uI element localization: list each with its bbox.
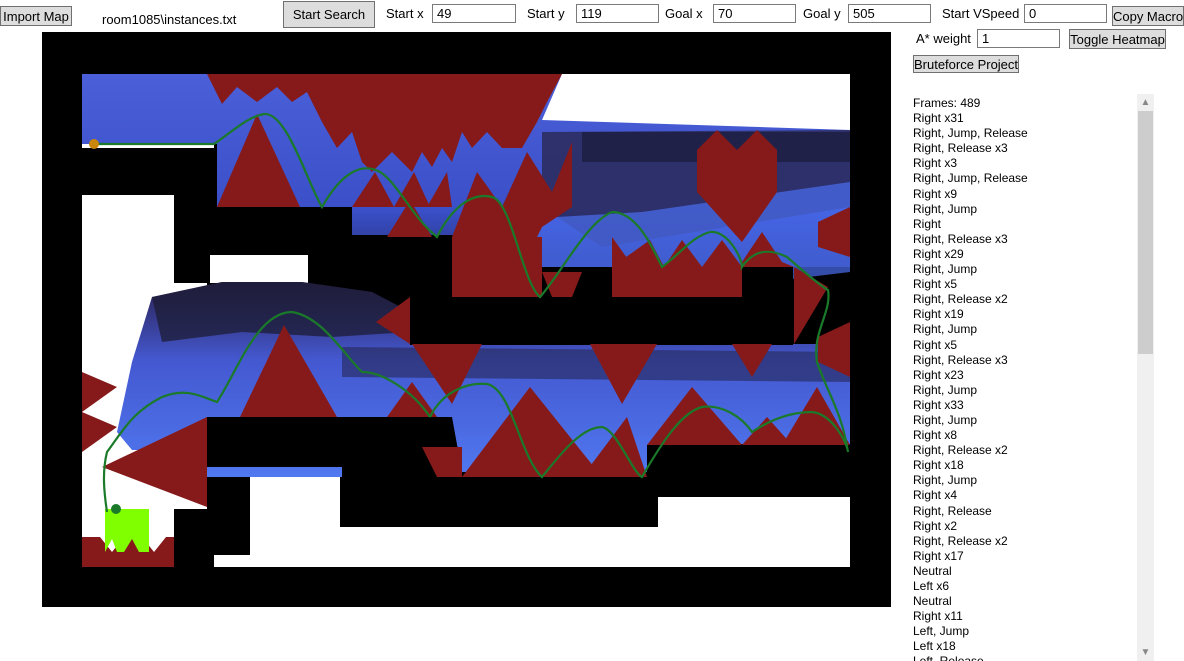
- macro-line: Right x29: [913, 246, 964, 261]
- scroll-up-icon[interactable]: ▲: [1137, 94, 1154, 111]
- macro-line: Right x5: [913, 337, 958, 352]
- macro-line: Right, Release x2: [913, 533, 1008, 548]
- macro-line: Left, Release: [913, 654, 1135, 661]
- macro-line: Right, Jump: [913, 382, 978, 397]
- toggle-heatmap-button[interactable]: Toggle Heatmap: [1069, 29, 1166, 49]
- player-marker: [111, 504, 121, 514]
- start-vspeed-input[interactable]: 0: [1024, 4, 1107, 23]
- scroll-thumb[interactable]: [1138, 111, 1153, 354]
- macro-line: Right x17: [913, 548, 964, 563]
- astar-weight-input[interactable]: 1: [977, 29, 1060, 48]
- start-y-label: Start y: [527, 6, 565, 21]
- goal-x-input[interactable]: 70: [713, 4, 796, 23]
- start-y-input[interactable]: 119: [576, 4, 659, 23]
- macro-line: Right, Jump: [913, 262, 978, 277]
- macro-log[interactable]: Frames: 489 Right x31 Right, Jump, Releas…: [910, 94, 1135, 661]
- start-vspeed-label: Start VSpeed: [942, 6, 1020, 21]
- start-x-input[interactable]: 49: [432, 4, 516, 23]
- copy-macro-button[interactable]: Copy Macro: [1112, 6, 1184, 26]
- macro-line: Neutral: [913, 594, 952, 609]
- macro-line: Right x5: [913, 277, 958, 292]
- import-map-button[interactable]: Import Map: [0, 6, 72, 26]
- start-search-button[interactable]: Start Search: [283, 1, 375, 28]
- macro-lines: Right x31 Right, Jump, Release Right, Rele…: [913, 111, 1135, 661]
- macro-line: Right, Release: [913, 503, 992, 518]
- macro-line: Right x2: [913, 518, 958, 533]
- macro-line: Right, Jump, Release: [913, 126, 1028, 141]
- macro-line: Right x11: [913, 609, 963, 624]
- macro-line: Right x23: [913, 367, 964, 382]
- start-x-label: Start x: [386, 6, 424, 21]
- macro-line: Right: [913, 216, 942, 231]
- frames-count: Frames: 489: [913, 96, 981, 110]
- start-marker: [89, 139, 99, 149]
- macro-line: Right x4: [913, 488, 958, 503]
- macro-line: Right x9: [913, 186, 958, 201]
- log-scrollbar[interactable]: ▲ ▼: [1137, 94, 1154, 661]
- macro-line: Right, Release x3: [913, 352, 1008, 367]
- macro-line: Left x18: [913, 639, 956, 654]
- level-map[interactable]: [42, 32, 891, 607]
- macro-line: Right x3: [913, 156, 958, 171]
- macro-line: Right, Jump: [913, 322, 978, 337]
- bruteforce-project-button[interactable]: Bruteforce Project: [913, 55, 1019, 73]
- map-path-label: room1085\instances.txt: [102, 12, 237, 27]
- scroll-down-icon[interactable]: ▼: [1137, 644, 1154, 661]
- goal-x-label: Goal x: [665, 6, 703, 21]
- macro-line: Right x18: [913, 458, 964, 473]
- macro-line: Left x6: [913, 579, 950, 593]
- macro-line: Right, Release x3: [913, 141, 1008, 156]
- macro-line: Right x31: [913, 111, 964, 126]
- macro-line: Right x8: [913, 428, 958, 443]
- astar-weight-label: A* weight: [916, 31, 971, 46]
- macro-line: Right, Release x2: [913, 443, 1008, 458]
- macro-line: Right, Jump, Release: [913, 171, 1028, 186]
- macro-line: Right, Jump: [913, 201, 978, 216]
- macro-line: Left, Jump: [913, 624, 970, 639]
- macro-line: Right, Release x2: [913, 292, 1008, 307]
- goal-y-input[interactable]: 505: [848, 4, 931, 23]
- goal-y-label: Goal y: [803, 6, 841, 21]
- macro-line: Right, Release x3: [913, 231, 1008, 246]
- macro-line: Neutral: [913, 563, 952, 578]
- macro-line: Right x33: [913, 397, 964, 412]
- macro-line: Right x19: [913, 307, 964, 322]
- macro-line: Right, Jump: [913, 412, 978, 427]
- macro-line: Right, Jump: [913, 473, 978, 488]
